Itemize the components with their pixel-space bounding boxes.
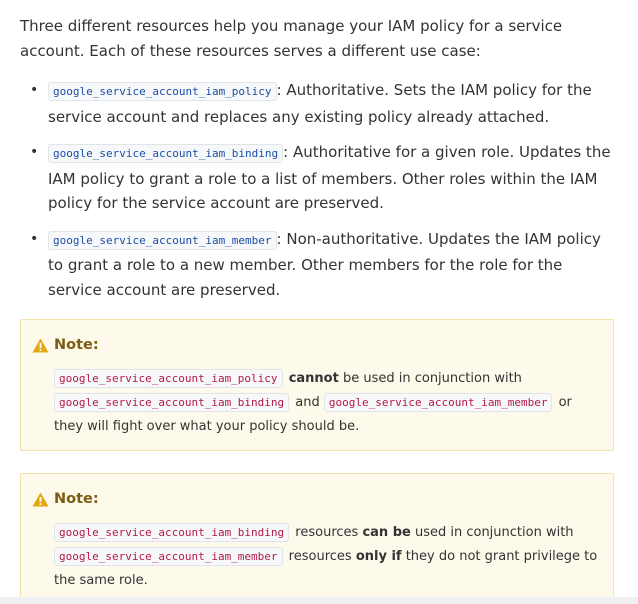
resource-code: google_service_account_iam_binding [54, 523, 290, 542]
note-body: google_service_account_iam_policy cannot… [54, 367, 604, 439]
note-text: used in conjunction with [410, 525, 574, 540]
horizontal-scrollbar[interactable] [0, 597, 638, 604]
emphasis: cannot [288, 371, 339, 386]
resource-code: google_service_account_iam_member [54, 547, 283, 566]
intro-paragraph: Three different resources help you manag… [20, 17, 563, 60]
note-header: Note: [32, 337, 99, 353]
bullet: • [30, 230, 39, 247]
bullet: • [30, 144, 39, 160]
note-title: Note: [54, 337, 99, 353]
list-item: • google_service_account_iam_policy: Aut… [20, 78, 616, 129]
resource-code: google_service_account_iam_member [48, 230, 277, 250]
warning-icon [32, 492, 49, 506]
resource-code: google_service_account_iam_binding [48, 144, 284, 163]
note-text: be used in conjunction with [338, 371, 522, 386]
note-text: and [291, 395, 324, 410]
note-title: Note: [54, 491, 99, 507]
note-box: Note: google_service_account_iam_binding… [20, 473, 614, 604]
emphasis: only if [355, 549, 402, 564]
emphasis: can be [362, 525, 411, 540]
resource-code: google_service_account_iam_policy [48, 82, 277, 101]
bullet: • [30, 82, 39, 98]
note-text: resources [284, 549, 356, 564]
resource-code: google_service_account_iam_binding [54, 393, 290, 412]
resource-list: • google_service_account_iam_policy: Aut… [20, 78, 616, 302]
list-item: • google_service_account_iam_member: Non… [20, 227, 616, 303]
content: Three different resources help you manag… [20, 14, 616, 313]
list-item: • google_service_account_iam_binding: Au… [20, 140, 616, 216]
resource-code: google_service_account_iam_member [323, 393, 553, 412]
note-box: Note: google_service_account_iam_policy … [20, 319, 614, 451]
note-body: google_service_account_iam_binding resou… [54, 521, 604, 593]
note-text: resources [291, 525, 363, 540]
note-header: Note: [32, 491, 99, 507]
warning-icon [32, 338, 49, 352]
resource-code: google_service_account_iam_policy [54, 369, 283, 388]
